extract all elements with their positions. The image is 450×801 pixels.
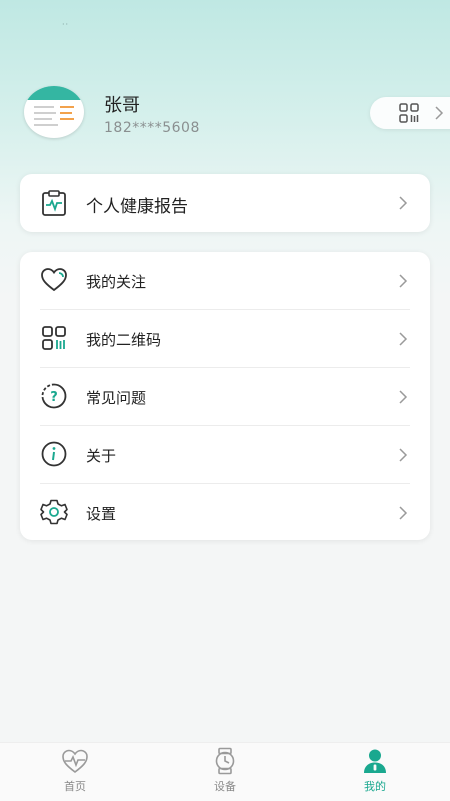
- heart-icon: [41, 268, 67, 292]
- gear-icon: [40, 499, 68, 525]
- tab-label: 首页: [64, 780, 86, 793]
- question-icon: ?: [41, 383, 67, 409]
- tab-label: 我的: [364, 780, 386, 793]
- user-name: 张哥: [104, 95, 140, 116]
- qr-code-icon: [399, 103, 419, 123]
- menu-item-faq[interactable]: ? 常见问题: [20, 368, 430, 425]
- menu-item-label: 关于: [86, 447, 117, 465]
- health-report-icon: [42, 190, 66, 216]
- chevron-right-icon: [399, 448, 408, 462]
- avatar[interactable]: [24, 86, 84, 138]
- tab-home[interactable]: 首页: [0, 743, 150, 801]
- menu-item-settings[interactable]: 设置: [20, 484, 430, 540]
- bottom-tab-bar: 首页 设备 我的: [0, 742, 450, 801]
- heartbeat-icon: [62, 749, 88, 774]
- health-report-card[interactable]: 个人健康报告: [20, 174, 430, 232]
- health-report-row[interactable]: 个人健康报告: [20, 174, 430, 232]
- chevron-right-icon: [399, 196, 408, 210]
- tab-label: 设备: [214, 780, 236, 793]
- qr-code-icon: [42, 326, 66, 350]
- chevron-right-icon: [399, 274, 408, 288]
- menu-item-qr-code[interactable]: 我的二维码: [20, 310, 430, 367]
- user-phone: 182****5608: [104, 120, 200, 136]
- chevron-right-icon: [435, 106, 444, 120]
- qr-code-shortcut[interactable]: [370, 97, 450, 129]
- tab-mine[interactable]: 我的: [300, 743, 450, 801]
- info-icon: [41, 441, 67, 467]
- chevron-right-icon: [399, 506, 408, 520]
- watch-icon: [215, 747, 235, 775]
- chevron-right-icon: [399, 332, 408, 346]
- svg-text:?: ?: [50, 390, 58, 405]
- tab-device[interactable]: 设备: [150, 743, 300, 801]
- profile-header: 张哥 182****5608: [0, 0, 450, 160]
- menu-item-about[interactable]: 关于: [20, 426, 430, 483]
- menu-item-label: 设置: [86, 505, 117, 523]
- menu-item-label: 常见问题: [86, 389, 147, 407]
- menu-item-following[interactable]: 我的关注: [20, 252, 430, 309]
- menu-card: 我的关注 我的二维码 ? 常见问题 关于 设置: [20, 252, 430, 540]
- chevron-right-icon: [399, 390, 408, 404]
- menu-item-label: 我的关注: [86, 273, 147, 291]
- person-icon: [364, 749, 386, 773]
- health-report-label: 个人健康报告: [86, 197, 188, 217]
- menu-item-label: 我的二维码: [86, 331, 162, 349]
